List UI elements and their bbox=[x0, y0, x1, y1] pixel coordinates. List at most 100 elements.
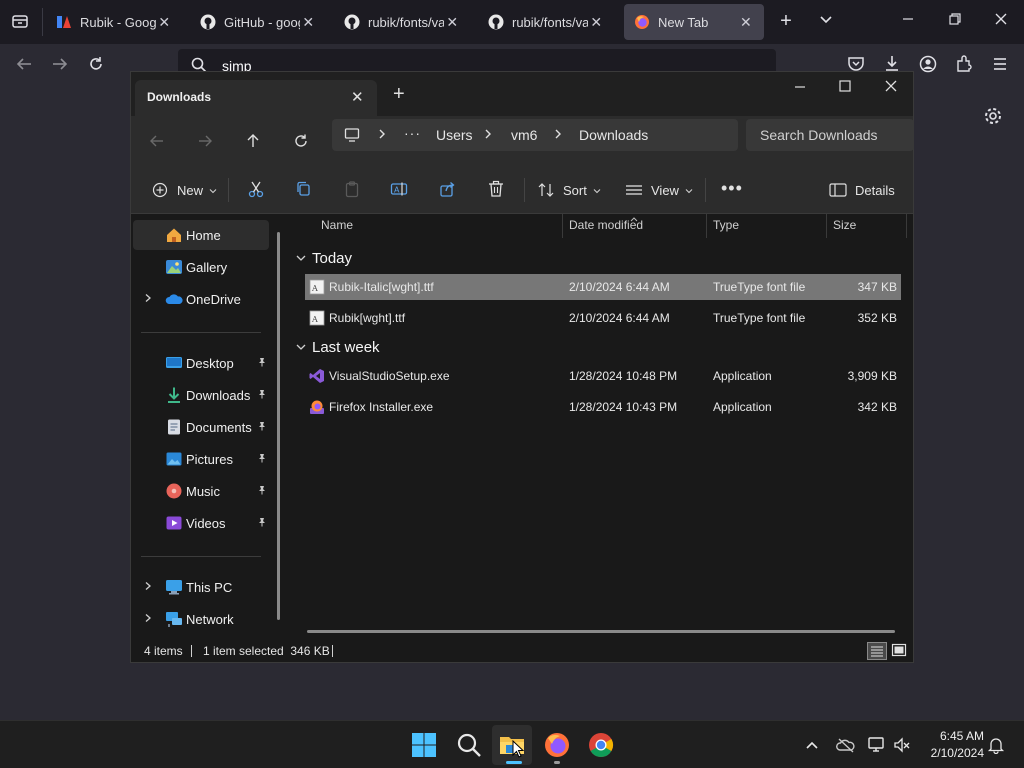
close-tab-icon[interactable]: ✕ bbox=[156, 14, 172, 31]
close-tab-icon[interactable]: ✕ bbox=[444, 14, 460, 31]
pin-icon[interactable] bbox=[257, 517, 267, 530]
up-icon[interactable] bbox=[245, 133, 261, 152]
chevron-right-icon[interactable] bbox=[552, 128, 564, 143]
file-row[interactable]: A Rubik[wght].ttf 2/10/2024 6:44 AM True… bbox=[305, 305, 901, 331]
file-row[interactable]: Firefox Installer.exe 1/28/2024 10:43 PM… bbox=[305, 394, 901, 420]
pin-icon[interactable] bbox=[257, 421, 267, 434]
browser-tab-1[interactable]: GitHub - google ✕ bbox=[190, 4, 326, 40]
pin-icon[interactable] bbox=[257, 357, 267, 370]
close-tab-icon[interactable]: ✕ bbox=[351, 88, 364, 106]
chevron-down-icon[interactable] bbox=[816, 12, 836, 32]
close-tab-icon[interactable]: ✕ bbox=[738, 14, 754, 31]
nav-item-music[interactable]: Music bbox=[133, 476, 269, 506]
more-options-icon[interactable]: ••• bbox=[721, 178, 743, 199]
search-icon[interactable] bbox=[455, 731, 483, 759]
cut-icon[interactable] bbox=[247, 180, 265, 201]
firefox-icon[interactable] bbox=[543, 731, 571, 759]
group-header[interactable]: Last week bbox=[295, 336, 380, 358]
breadcrumb-more[interactable]: ··· bbox=[404, 125, 421, 141]
pictures-icon bbox=[165, 450, 183, 468]
nav-item-videos[interactable]: Videos bbox=[133, 508, 269, 538]
details-button[interactable]: Details bbox=[829, 178, 895, 202]
column-header-size[interactable]: Size bbox=[833, 218, 856, 238]
back-icon[interactable] bbox=[14, 55, 34, 75]
breadcrumb-downloads[interactable]: Downloads bbox=[579, 127, 648, 143]
volume-muted-icon[interactable] bbox=[893, 736, 911, 757]
horizontal-scrollbar[interactable] bbox=[307, 630, 895, 633]
column-header-name[interactable]: Name bbox=[321, 218, 353, 238]
close-window-icon[interactable] bbox=[884, 79, 898, 96]
file-row[interactable]: VisualStudioSetup.exe 1/28/2024 10:48 PM… bbox=[305, 363, 901, 389]
group-header-today[interactable]: Today bbox=[295, 247, 352, 269]
chevron-up-icon[interactable] bbox=[804, 737, 820, 756]
chevron-right-icon[interactable] bbox=[482, 128, 494, 143]
breadcrumb-vm6[interactable]: vm6 bbox=[511, 127, 537, 143]
chrome-icon[interactable] bbox=[587, 731, 615, 759]
nav-item-network[interactable]: Network bbox=[133, 604, 269, 634]
nav-item-documents[interactable]: Documents bbox=[133, 412, 269, 442]
rename-icon[interactable]: A bbox=[390, 180, 408, 201]
browser-tab-0[interactable]: Rubik - Google F ✕ bbox=[46, 4, 182, 40]
nav-item-onedrive[interactable]: OneDrive bbox=[133, 284, 269, 314]
nav-item-desktop[interactable]: Desktop bbox=[133, 348, 269, 378]
details-view-icon[interactable] bbox=[867, 642, 887, 660]
search-input[interactable]: Search Downloads bbox=[760, 127, 878, 143]
minimize-icon[interactable] bbox=[793, 80, 807, 97]
sort-button[interactable]: Sort bbox=[537, 178, 601, 202]
nav-item-home[interactable]: Home bbox=[133, 220, 269, 250]
column-header-type[interactable]: Type bbox=[713, 218, 739, 238]
forward-icon[interactable] bbox=[50, 55, 70, 75]
notification-bell-icon[interactable] bbox=[987, 736, 1005, 757]
gear-icon[interactable] bbox=[982, 106, 1004, 128]
column-header-date-modified[interactable]: Date modified bbox=[569, 218, 643, 238]
browser-tab-3[interactable]: rubik/fonts/vari ✕ bbox=[478, 4, 614, 40]
explorer-tab[interactable]: Downloads ✕ bbox=[135, 80, 377, 116]
close-tab-icon[interactable]: ✕ bbox=[588, 14, 604, 31]
new-tab-icon[interactable]: + bbox=[393, 84, 405, 104]
breadcrumb-users[interactable]: Users bbox=[436, 127, 473, 143]
chevron-right-icon[interactable] bbox=[143, 612, 153, 626]
forward-icon[interactable] bbox=[197, 133, 213, 152]
windows-start-icon[interactable] bbox=[410, 731, 438, 759]
file-row[interactable]: A Rubik-Italic[wght].ttf 2/10/2024 6:44 … bbox=[305, 274, 901, 300]
browser-tab-4[interactable]: New Tab ✕ bbox=[624, 4, 764, 40]
pin-icon[interactable] bbox=[257, 485, 267, 498]
paste-icon[interactable] bbox=[343, 180, 361, 201]
chevron-right-icon[interactable] bbox=[376, 128, 388, 143]
maximize-icon[interactable] bbox=[838, 79, 852, 96]
nav-scrollbar[interactable] bbox=[277, 232, 280, 620]
account-icon[interactable] bbox=[918, 55, 938, 75]
network-status-icon[interactable] bbox=[868, 736, 886, 757]
close-window-icon[interactable] bbox=[991, 12, 1011, 32]
browser-tab-2[interactable]: rubik/fonts/vari ✕ bbox=[334, 4, 470, 40]
address-bar[interactable]: ··· Users vm6 Downloads bbox=[332, 119, 738, 151]
reload-icon[interactable] bbox=[86, 55, 106, 75]
nav-item-gallery[interactable]: Gallery bbox=[133, 252, 269, 282]
back-icon[interactable] bbox=[149, 133, 165, 152]
restore-icon[interactable] bbox=[945, 12, 965, 32]
onedrive-offline-icon[interactable] bbox=[836, 736, 856, 757]
chevron-right-icon[interactable] bbox=[143, 580, 153, 594]
pin-icon[interactable] bbox=[257, 453, 267, 466]
chevron-right-icon[interactable] bbox=[143, 292, 153, 306]
share-icon[interactable] bbox=[439, 180, 457, 201]
minimize-icon[interactable] bbox=[898, 12, 918, 32]
large-icons-view-icon[interactable] bbox=[891, 643, 907, 662]
new-tab-icon[interactable]: + bbox=[776, 11, 796, 31]
clock-date[interactable]: 2/10/2024 bbox=[920, 746, 984, 760]
nav-item-this-pc[interactable]: This PC bbox=[133, 572, 269, 602]
copy-icon[interactable] bbox=[295, 180, 313, 201]
delete-icon[interactable] bbox=[487, 180, 505, 201]
nav-item-downloads[interactable]: Downloads bbox=[133, 380, 269, 410]
close-tab-icon[interactable]: ✕ bbox=[300, 14, 316, 31]
new-button[interactable]: New bbox=[151, 178, 217, 202]
view-button[interactable]: View bbox=[625, 178, 693, 202]
pin-icon[interactable] bbox=[257, 389, 267, 402]
search-box[interactable]: Search Downloads bbox=[746, 119, 914, 151]
tab-list-icon[interactable] bbox=[10, 12, 30, 32]
menu-icon[interactable] bbox=[990, 55, 1010, 75]
extensions-icon[interactable] bbox=[954, 55, 974, 75]
nav-item-pictures[interactable]: Pictures bbox=[133, 444, 269, 474]
clock-time[interactable]: 6:45 AM bbox=[934, 729, 984, 743]
refresh-icon[interactable] bbox=[293, 133, 309, 152]
